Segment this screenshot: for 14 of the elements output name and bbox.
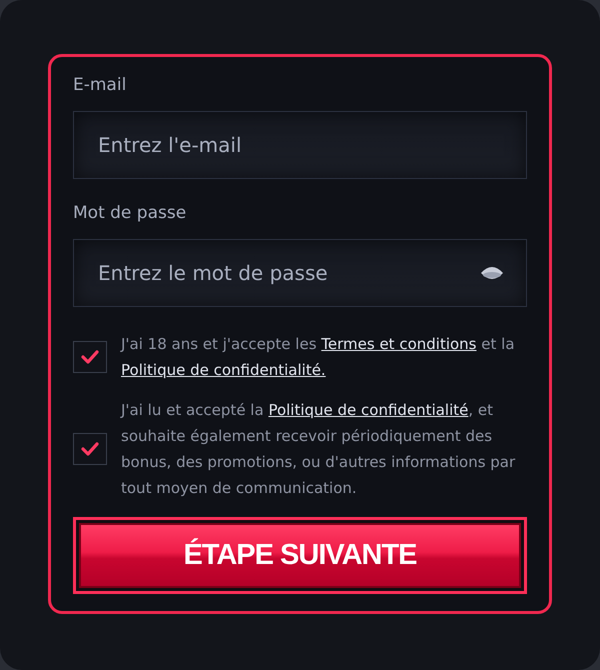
- email-field[interactable]: Entrez l'e-mail: [73, 111, 527, 179]
- policy-link[interactable]: Termes et conditions: [321, 335, 476, 353]
- policy-link[interactable]: Politique de confidentialité.: [121, 361, 326, 379]
- field-label: Mot de passe: [73, 202, 188, 225]
- consent-text: J'ai 18 ans et j'accepte les Termes et conditions et la Politique de confidentialité.: [121, 334, 516, 381]
- check-icon: [80, 441, 100, 457]
- check-icon: [80, 349, 100, 365]
- password-field[interactable]: Entrez le mot de passe: [73, 239, 527, 307]
- checkbox[interactable]: [73, 433, 107, 465]
- consent-text: J'ai lu et accepté la Politique de confidentialité, et souhaite également recevoir périodiquement des bonus, des promotions, ou d'autres informations par tout moyen de communication.: [121, 400, 516, 499]
- field-label: E-mail: [73, 74, 128, 97]
- policy-link[interactable]: Politique de confidentialité: [268, 401, 468, 419]
- checkbox[interactable]: [73, 341, 107, 373]
- next-step-button[interactable]: ÉTAPE SUIVANTE: [73, 517, 527, 594]
